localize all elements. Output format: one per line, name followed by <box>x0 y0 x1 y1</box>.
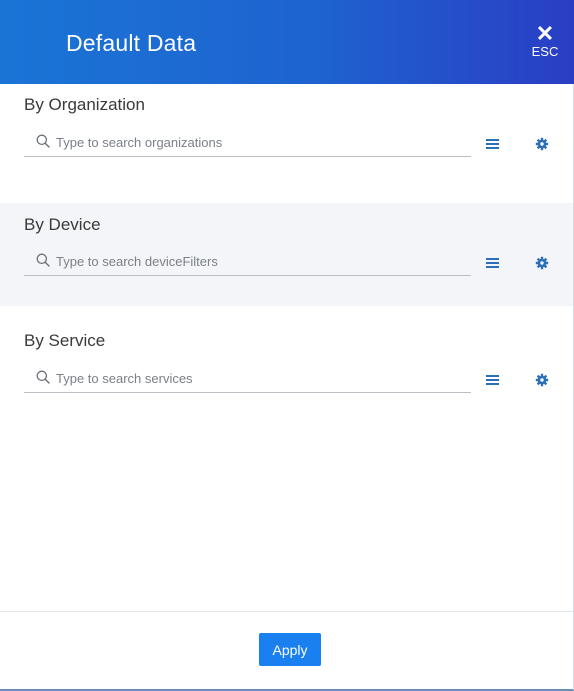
section-label: By Service <box>24 331 106 350</box>
section-label: By Device <box>24 215 101 234</box>
section-label: By Organization <box>24 95 145 114</box>
section-service: By Service <box>0 306 573 416</box>
list-icon[interactable] <box>486 138 500 150</box>
section-device: By Device <box>0 203 573 306</box>
section-organization: By Organization <box>0 84 573 203</box>
gear-icon[interactable] <box>535 137 549 151</box>
search-icon <box>36 253 50 267</box>
dialog-footer: Apply <box>0 611 573 689</box>
service-search <box>24 365 471 393</box>
default-data-dialog: Default Data ✕ ESC By Organization Type … <box>0 0 574 691</box>
dialog-header: Default Data ✕ ESC <box>0 0 574 84</box>
close-label: ESC <box>531 44 559 59</box>
organization-search-input[interactable] <box>56 131 466 153</box>
device-search <box>24 248 471 276</box>
gear-icon[interactable] <box>535 256 549 270</box>
close-icon: ✕ <box>535 21 555 46</box>
list-icon[interactable] <box>486 374 500 386</box>
close-button[interactable]: ✕ ESC <box>528 21 562 64</box>
list-icon[interactable] <box>486 257 500 269</box>
search-icon <box>36 370 50 384</box>
dialog-title: Default Data <box>66 30 197 56</box>
organization-search <box>24 129 471 157</box>
apply-button[interactable]: Apply <box>259 633 321 666</box>
gear-icon[interactable] <box>535 373 549 387</box>
service-search-input[interactable] <box>56 367 466 389</box>
device-search-input[interactable] <box>56 250 466 272</box>
search-icon <box>36 134 50 148</box>
